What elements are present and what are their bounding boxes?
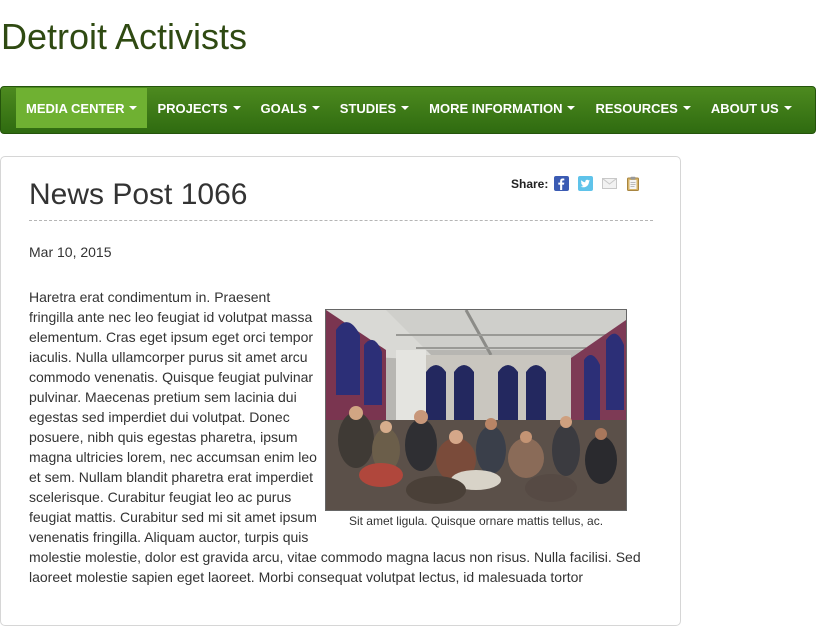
clipboard-icon[interactable] — [626, 176, 641, 191]
nav-item-label: MORE INFORMATION — [429, 100, 563, 116]
share-bar: Share: — [511, 176, 650, 191]
caret-down-icon — [129, 106, 138, 110]
title-divider — [29, 220, 653, 221]
nav-item-studies[interactable]: STUDIES — [330, 88, 419, 128]
nav-item-label: RESOURCES — [595, 100, 678, 116]
nav-item-goals[interactable]: GOALS — [251, 88, 330, 128]
main-navbar: MEDIA CENTER PROJECTS GOALS STUDIES MORE… — [0, 86, 816, 134]
article-body: Sit amet ligula. Quisque ornare mattis t… — [29, 287, 649, 587]
nav-item-label: GOALS — [260, 100, 307, 116]
caret-down-icon — [401, 106, 410, 110]
caret-down-icon — [783, 106, 792, 110]
nav-item-projects[interactable]: PROJECTS — [147, 88, 250, 128]
post-date: Mar 10, 2015 — [29, 244, 112, 260]
caret-down-icon — [567, 106, 576, 110]
nav-item-about-us[interactable]: ABOUT US — [701, 88, 802, 128]
email-icon[interactable] — [602, 176, 618, 191]
nav-item-resources[interactable]: RESOURCES — [585, 88, 700, 128]
site-title[interactable]: Detroit Activists — [1, 16, 247, 58]
twitter-icon[interactable] — [578, 176, 594, 191]
event-photo — [325, 309, 627, 511]
share-label: Share: — [511, 176, 549, 191]
post-title: News Post 1066 — [29, 178, 248, 211]
nav-item-media-center[interactable]: MEDIA CENTER — [16, 88, 148, 128]
nav-item-label: PROJECTS — [157, 100, 228, 116]
article-figure: Sit amet ligula. Quisque ornare mattis t… — [325, 309, 627, 529]
caret-down-icon — [232, 106, 241, 110]
nav-menu: MEDIA CENTER PROJECTS GOALS STUDIES MORE… — [1, 87, 815, 133]
nav-item-label: ABOUT US — [710, 100, 779, 116]
caret-down-icon — [311, 106, 320, 110]
image-caption: Sit amet ligula. Quisque ornare mattis t… — [348, 514, 604, 528]
facebook-icon[interactable] — [554, 176, 570, 191]
caret-down-icon — [682, 106, 691, 110]
nav-item-label: STUDIES — [339, 100, 397, 116]
nav-item-label: MEDIA CENTER — [26, 100, 125, 116]
nav-item-more-information[interactable]: MORE INFORMATION — [419, 88, 585, 128]
